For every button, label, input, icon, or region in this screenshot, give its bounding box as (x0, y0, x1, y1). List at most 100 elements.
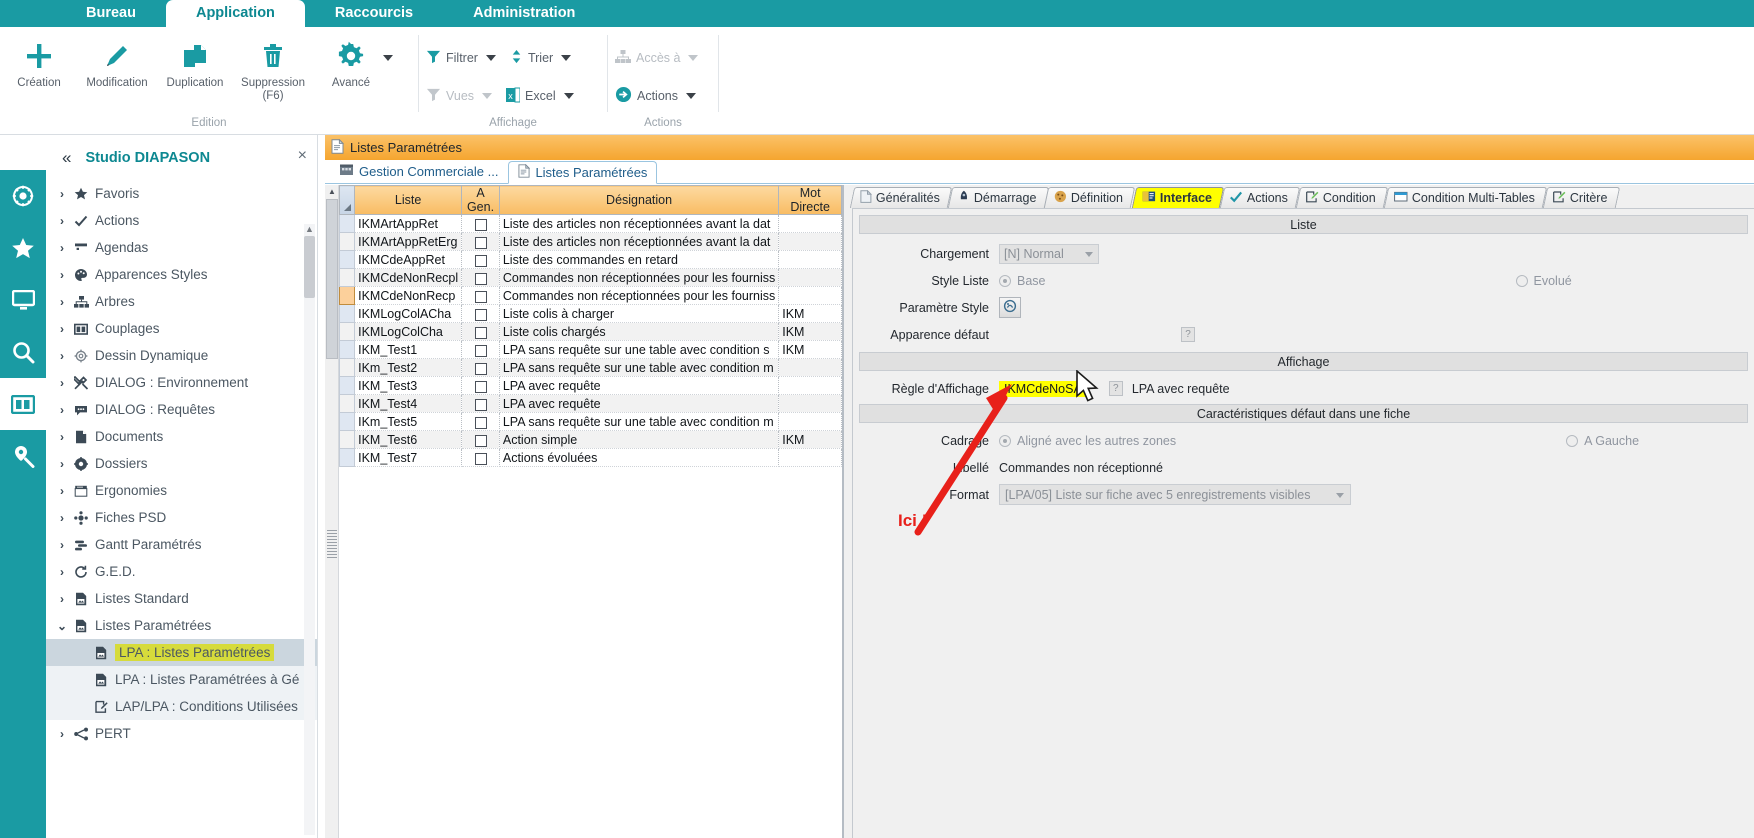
row-header[interactable] (340, 431, 355, 449)
cell-agen[interactable] (462, 431, 500, 449)
row-header[interactable] (340, 215, 355, 233)
checkbox-icon[interactable] (475, 363, 487, 375)
grid-col-liste[interactable]: Liste (355, 186, 462, 215)
sidebar-item-couplages[interactable]: › Couplages (46, 315, 317, 342)
cadrage-aligne-radio[interactable] (999, 435, 1011, 447)
table-row[interactable]: IKMLogColCha Liste colis chargés IKM (340, 323, 842, 341)
duplication-button[interactable]: Duplication (156, 33, 234, 90)
vues-caret[interactable] (482, 93, 492, 99)
rail-search-icon[interactable] (0, 326, 46, 378)
cell-designation[interactable]: Commandes non réceptionnées pour les fou… (499, 287, 778, 305)
cell-motdirecte[interactable] (779, 377, 842, 395)
cell-motdirecte[interactable]: IKM (779, 305, 842, 323)
cell-motdirecte[interactable] (779, 449, 842, 467)
cell-designation[interactable]: LPA avec requête (499, 377, 778, 395)
sidebar-item-documents[interactable]: › Documents (46, 423, 317, 450)
row-header-selected[interactable] (340, 287, 355, 305)
acces-a-button[interactable]: Accès à (608, 41, 705, 75)
cell-agen[interactable] (462, 377, 500, 395)
chevron-right-icon[interactable]: › (54, 241, 70, 255)
cell-motdirecte[interactable] (779, 251, 842, 269)
style-icon-button[interactable] (999, 297, 1021, 318)
row-header[interactable] (340, 269, 355, 287)
table-row[interactable]: IKm_Test2 LPA sans requête sur une table… (340, 359, 842, 377)
modification-button[interactable]: Modification (78, 33, 156, 90)
checkbox-icon[interactable] (475, 381, 487, 393)
table-row[interactable]: IKM_Test6 Action simple IKM (340, 431, 842, 449)
cell-liste[interactable]: IKM_Test1 (355, 341, 462, 359)
sidebar-close-icon[interactable]: × (298, 147, 307, 165)
sidebar-item-fiches-psd[interactable]: › Fiches PSD (46, 504, 317, 531)
cell-agen[interactable] (462, 449, 500, 467)
sidebar-scrollbar[interactable]: ▲ (304, 224, 315, 835)
row-header[interactable] (340, 395, 355, 413)
cell-liste[interactable]: IKM_Test3 (355, 377, 462, 395)
grid-vertical-scrollbar[interactable]: ▲ (325, 185, 339, 838)
chevron-right-icon[interactable]: › (54, 322, 70, 336)
cell-liste[interactable]: IKM_Test6 (355, 431, 462, 449)
checkbox-icon[interactable] (475, 219, 487, 231)
chevron-right-icon[interactable]: › (54, 565, 70, 579)
tab-actions[interactable]: Actions (1219, 187, 1299, 208)
row-header[interactable] (340, 359, 355, 377)
scroll-up-arrow-icon[interactable]: ▲ (304, 224, 315, 235)
cell-liste[interactable]: IKMArtAppRetErg (355, 233, 462, 251)
table-row[interactable]: IKMArtAppRet Liste des articles non réce… (340, 215, 842, 233)
sidebar-item-dialog-requetes[interactable]: › DIALOG : Requêtes (46, 396, 317, 423)
table-row[interactable]: IKMLogColACha Liste colis à charger IKM (340, 305, 842, 323)
cadrage-gauche-radio[interactable] (1566, 435, 1578, 447)
tab-condition[interactable]: Condition (1295, 187, 1387, 208)
sidebar-item-lpa-listes-parametrees[interactable]: LPA : Listes Paramétrées (46, 639, 317, 666)
cell-agen[interactable] (462, 215, 500, 233)
chevron-right-icon[interactable]: › (54, 511, 70, 525)
style-liste-base-radio[interactable] (999, 275, 1011, 287)
table-row[interactable]: IKMArtAppRetErg Liste des articles non r… (340, 233, 842, 251)
cell-liste-editing[interactable]: IKMCdeNonRecp (355, 287, 462, 305)
row-header[interactable] (340, 449, 355, 467)
document-tab-gestion-commerciale[interactable]: Gestion Commerciale ... (329, 160, 508, 183)
cell-liste[interactable]: IKMLogColCha (355, 323, 462, 341)
sidebar-scroll-thumb[interactable] (304, 236, 315, 298)
table-row[interactable]: IKM_Test4 LPA avec requête (340, 395, 842, 413)
row-header[interactable] (340, 377, 355, 395)
cell-agen[interactable] (462, 359, 500, 377)
checkbox-icon[interactable] (475, 453, 487, 465)
chevron-right-icon[interactable]: › (54, 592, 70, 606)
sidebar-item-agendas[interactable]: › Agendas (46, 234, 317, 261)
cell-designation[interactable]: Liste colis chargés (499, 323, 778, 341)
chevron-right-icon[interactable]: › (54, 349, 70, 363)
row-header[interactable] (340, 413, 355, 431)
sidebar-item-pert[interactable]: › PERT (46, 720, 317, 747)
grid-col-agen[interactable]: A Gen. (462, 186, 500, 215)
cell-agen[interactable] (462, 341, 500, 359)
sidebar-item-arbres[interactable]: › Arbres (46, 288, 317, 315)
chevron-right-icon[interactable]: › (54, 457, 70, 471)
filtrer-button[interactable]: Filtrer (419, 41, 503, 75)
cell-designation[interactable]: Actions évoluées (499, 449, 778, 467)
grid-col-motdirecte[interactable]: Mot Directe (779, 186, 842, 215)
grid-scroll-thumb[interactable] (326, 199, 338, 359)
cell-agen[interactable] (462, 395, 500, 413)
sidebar-item-actions[interactable]: › Actions (46, 207, 317, 234)
cell-motdirecte[interactable]: IKM (779, 341, 842, 359)
help-icon[interactable]: ? (1181, 327, 1195, 342)
tab-critere[interactable]: Critère (1542, 187, 1619, 208)
cell-designation[interactable]: Liste colis à charger (499, 305, 778, 323)
cell-designation[interactable]: LPA sans requête sur une table avec cond… (499, 341, 778, 359)
row-header[interactable] (340, 251, 355, 269)
sidebar-collapse-icon[interactable]: « (54, 148, 79, 168)
tab-generalites[interactable]: Généralités (850, 187, 952, 208)
row-header[interactable] (340, 341, 355, 359)
chevron-right-icon[interactable]: › (54, 268, 70, 282)
grid-col-designation[interactable]: Désignation (499, 186, 778, 215)
ribbon-tab-administration[interactable]: Administration (443, 0, 605, 27)
cell-designation[interactable]: LPA sans requête sur une table avec cond… (499, 359, 778, 377)
cell-designation[interactable]: LPA sans requête sur une table avec cond… (499, 413, 778, 431)
cell-motdirecte[interactable] (779, 269, 842, 287)
table-row-selected[interactable]: IKMCdeNonRecp Commandes non réceptionnée… (340, 287, 842, 305)
checkbox-icon[interactable] (475, 327, 487, 339)
chargement-select[interactable]: [N] Normal (999, 244, 1099, 264)
grid-splitter-grip[interactable] (327, 530, 337, 558)
tab-definition[interactable]: Définition (1044, 187, 1136, 208)
cell-agen[interactable] (462, 323, 500, 341)
